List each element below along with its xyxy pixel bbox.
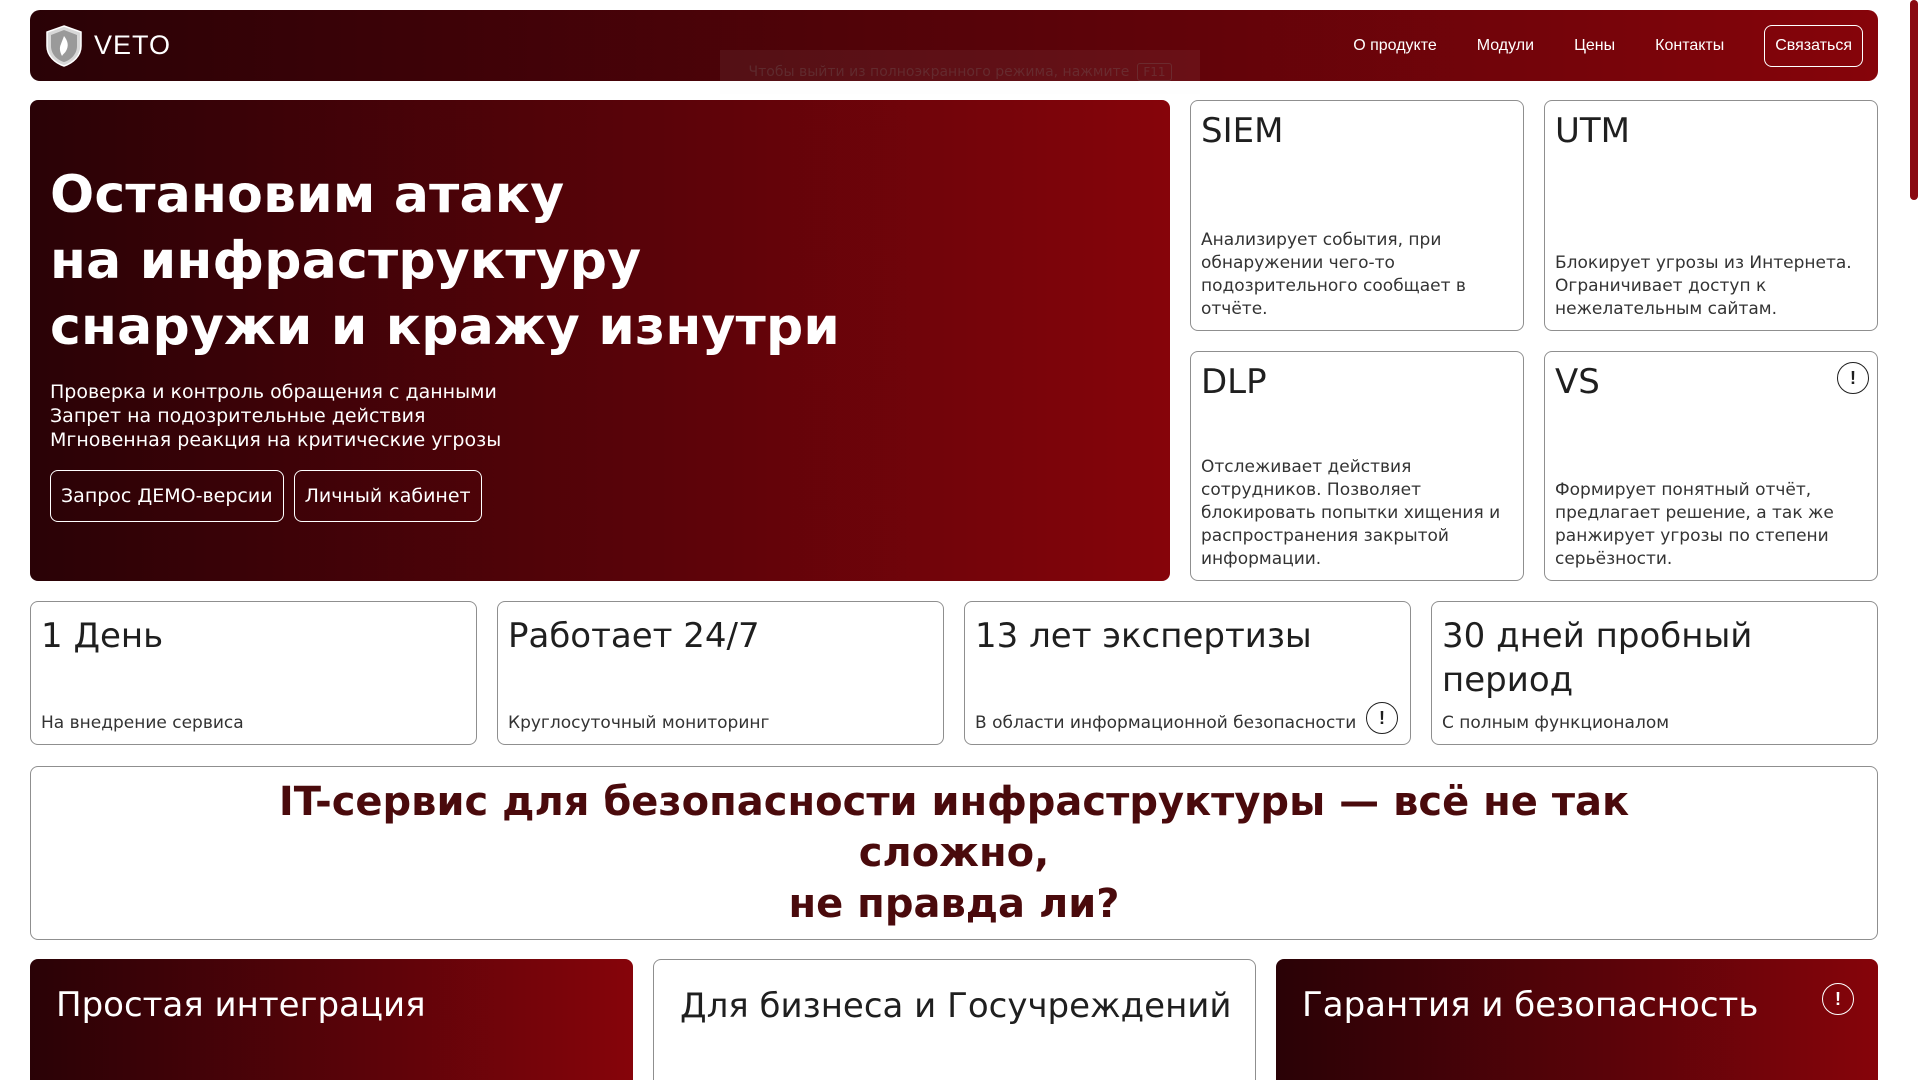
personal-account-button[interactable]: Личный кабинет — [293, 470, 482, 522]
shield-logo-icon — [46, 24, 82, 67]
feature-card-title: Гарантия и безопасность — [1302, 985, 1759, 1025]
nav-link-contacts[interactable]: Контакты — [1655, 37, 1724, 55]
fullscreen-hint-key: F11 — [1137, 63, 1172, 81]
hero-feature-line: Запрет на подозрительные действия — [50, 405, 426, 427]
hero-feature-line: Мгновенная реакция на критические угрозы — [50, 429, 502, 451]
module-description: Анализирует события, при обнаружении чег… — [1201, 230, 1466, 319]
feature-card-title: Простая интеграция — [56, 985, 426, 1025]
module-card-vs[interactable]: VS ! Формирует понятный отчёт, предлагае… — [1544, 351, 1878, 581]
demo-request-button[interactable]: Запрос ДЕМО-версии — [50, 470, 284, 522]
tagline-text: IT-сервис для безопасности инфраструктур… — [204, 777, 1704, 930]
tagline-line: IT-сервис для безопасности инфраструктур… — [278, 778, 1630, 876]
logo-text: VETO — [94, 30, 172, 60]
hero-feature-list: Проверка и контроль обращения с данными … — [50, 380, 1150, 452]
stat-title: 1 День — [41, 616, 164, 656]
contact-button[interactable]: Связаться — [1764, 24, 1863, 67]
nav-link-modules[interactable]: Модули — [1477, 37, 1534, 55]
hero-title: Остановим атаку на инфраструктуру снаруж… — [50, 162, 1150, 360]
module-title: DLP — [1201, 362, 1267, 402]
feature-card-integration[interactable]: Простая интеграция — [30, 959, 633, 1080]
stat-title: 30 дней пробный период — [1442, 616, 1753, 700]
feature-card-guarantee[interactable]: Гарантия и безопасность ! — [1276, 959, 1878, 1080]
main-nav: О продукте Модули Цены Контакты Связатьс… — [1353, 24, 1863, 67]
feature-card-title: Для бизнеса и Госучреждений — [680, 986, 1232, 1026]
stat-title: Работает 24/7 — [508, 616, 760, 656]
module-title: SIEM — [1201, 111, 1284, 151]
stat-subtitle: Круглосуточный мониторинг — [508, 713, 770, 733]
nav-link-product[interactable]: О продукте — [1353, 37, 1437, 55]
module-title: UTM — [1555, 111, 1630, 151]
hero-section: Остановим атаку на инфраструктуру снаруж… — [30, 100, 1170, 581]
hero-title-line: на инфраструктуру — [50, 231, 642, 291]
scrollbar-thumb[interactable] — [1910, 0, 1918, 200]
stat-subtitle: На внедрение сервиса — [41, 713, 244, 733]
info-icon[interactable]: ! — [1822, 983, 1854, 1015]
tagline-line: не правда ли? — [788, 880, 1120, 927]
nav-link-prices[interactable]: Цены — [1574, 37, 1615, 55]
hero-title-line: Остановим атаку — [50, 165, 565, 225]
info-icon[interactable]: ! — [1837, 362, 1869, 394]
hero-title-line: снаружи и кражу изнутри — [50, 297, 841, 357]
info-icon[interactable]: ! — [1366, 702, 1398, 734]
page-scrollbar[interactable] — [1908, 0, 1920, 1080]
hero-feature-line: Проверка и контроль обращения с данными — [50, 381, 497, 403]
module-card-dlp[interactable]: DLP Отслеживает действия сотрудников. По… — [1190, 351, 1524, 581]
stat-card-expertise: 13 лет экспертизы В области информационн… — [964, 601, 1411, 745]
hero-buttons: Запрос ДЕМО-версии Личный кабинет — [50, 470, 1150, 522]
fullscreen-exit-hint: Чтобы выйти из полноэкранного режима, на… — [720, 50, 1200, 94]
stat-subtitle: В области информационной безопасности — [975, 713, 1357, 733]
fullscreen-hint-text: Чтобы выйти из полноэкранного режима, на… — [748, 64, 1130, 80]
stat-card-monitoring: Работает 24/7 Круглосуточный мониторинг — [497, 601, 944, 745]
module-title: VS — [1555, 362, 1600, 402]
module-description: Блокирует угрозы из Интернета. Ограничив… — [1555, 253, 1852, 319]
feature-card-business[interactable]: Для бизнеса и Госучреждений — [653, 959, 1256, 1080]
module-card-utm[interactable]: UTM Блокирует угрозы из Интернета. Огран… — [1544, 100, 1878, 331]
stat-subtitle: С полным функционалом — [1442, 713, 1670, 733]
tagline-banner: IT-сервис для безопасности инфраструктур… — [30, 766, 1878, 940]
stat-card-trial: 30 дней пробный период С полным функцион… — [1431, 601, 1878, 745]
stat-card-implementation: 1 День На внедрение сервиса — [30, 601, 477, 745]
stat-title: 13 лет экспертизы — [975, 616, 1312, 656]
module-description: Отслеживает действия сотрудников. Позвол… — [1201, 457, 1501, 569]
module-card-siem[interactable]: SIEM Анализирует события, при обнаружени… — [1190, 100, 1524, 331]
logo[interactable]: VETO — [44, 24, 171, 68]
module-description: Формирует понятный отчёт, предлагает реш… — [1555, 480, 1834, 569]
